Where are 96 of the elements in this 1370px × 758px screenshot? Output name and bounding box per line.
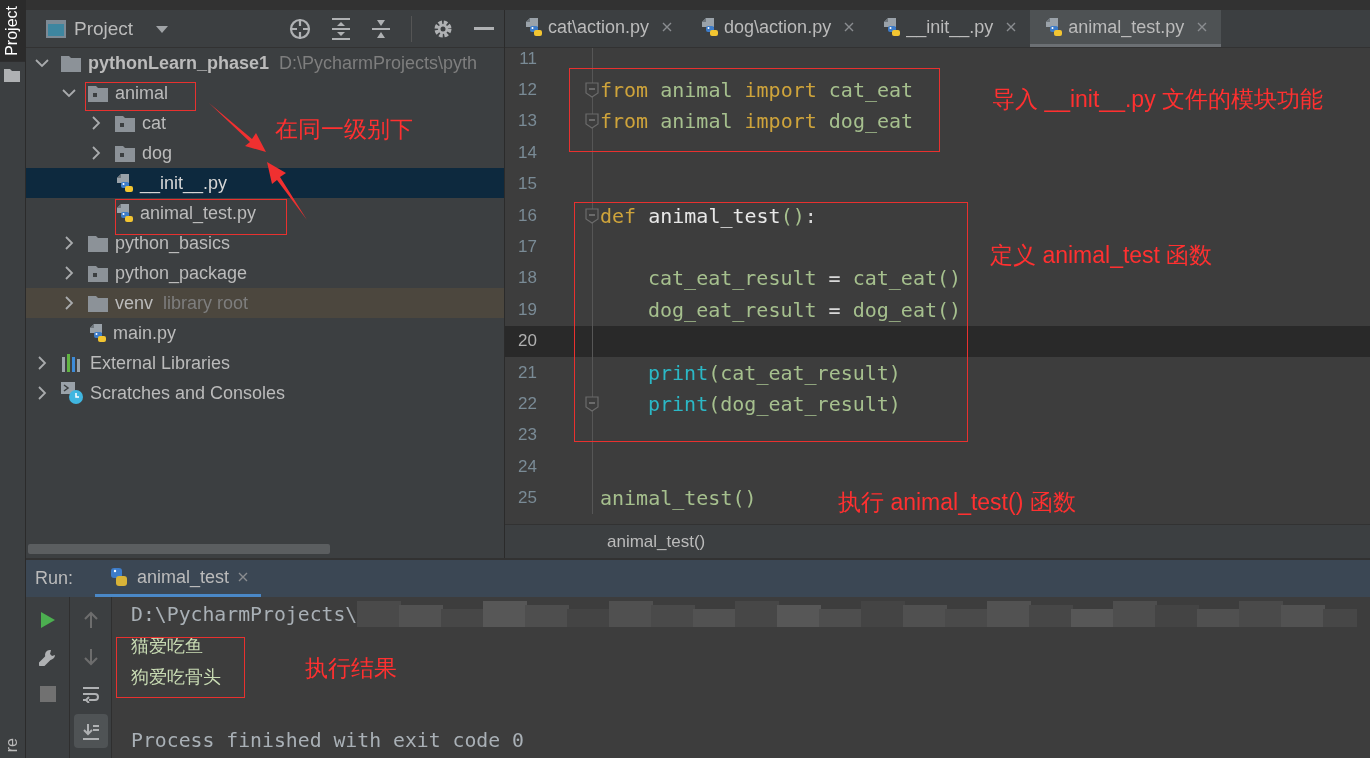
folder-icon [61,54,81,72]
python-file-icon [115,204,133,222]
line-number: 15 [517,174,537,195]
python-file-icon [524,18,542,36]
wrench-icon [38,648,57,666]
tool-window-tab[interactable]: Project [0,0,26,62]
fold-marker-icon[interactable] [585,207,599,224]
program-output: 猫爱吃鱼 [131,635,203,659]
locate-icon[interactable] [289,17,311,40]
close-icon[interactable] [661,21,674,33]
tool-window-tab[interactable]: re [0,731,26,758]
line-number: 22 [517,394,537,414]
tree-item[interactable]: python_package [61,258,248,288]
path-hint: D:\PycharmProjects\pyth [279,52,478,74]
python-file-icon [115,174,133,192]
close-icon[interactable] [1005,21,1018,33]
annotation-text: 定义 animal_test 函数 [990,241,1213,270]
tree-item[interactable]: main.py [61,318,177,348]
panel-title[interactable]: Project [74,17,134,40]
code-line: dog_eat_result = dog_eat() [647,297,962,322]
soft-wrap-icon [81,685,100,703]
annotation-text: 在同一级别下 [275,115,413,144]
code-line: def animal_test(): [599,203,817,228]
stop-icon [38,685,57,703]
line-number: 14 [517,142,537,163]
line-number: 18 [517,268,537,289]
close-icon[interactable] [843,21,856,33]
line-number: 16 [517,205,537,226]
editor-tab[interactable]: cat\action.py [510,10,687,47]
line-number: 12 [517,80,537,101]
tree-item[interactable]: External Libraries [34,348,231,378]
python-file-icon [1044,18,1063,36]
project-view-icon [46,19,66,38]
folder-icon [4,67,20,82]
minimize-icon[interactable] [474,26,494,31]
line-number: 21 [517,362,537,383]
package-folder-icon [88,264,108,282]
package-folder-icon [88,84,108,102]
folder-icon [88,294,108,312]
exit-status: Process finished with exit code 0 [131,728,524,752]
annotation-text: 执行 animal_test() 函数 [838,488,1076,517]
line-number: 23 [517,425,537,446]
tree-item[interactable]: cat [88,108,166,138]
breadcrumb[interactable]: animal_test() [607,531,706,552]
run-icon [38,611,57,629]
fold-marker-icon[interactable] [585,82,599,99]
annotation-text: 导入 __init__.py 文件的模块功能 [992,85,1324,114]
tree-item[interactable]: animal_test.py [88,198,257,228]
editor-tab[interactable]: dog\action.py [686,10,869,47]
program-output: 狗爱吃骨头 [131,666,221,690]
command-path: D:\PycharmProjects\ [131,603,358,627]
line-number: 19 [517,299,537,320]
expand-all-icon[interactable] [331,17,351,40]
scroll-to-end-button[interactable] [73,714,108,748]
code-line: print(cat_eat_result) [647,360,901,385]
arrow-down-icon [81,648,100,666]
tree-item[interactable]: pythonLearn_phase1 D:\PycharmProjects\pyth [34,48,478,78]
fold-marker-icon[interactable] [585,113,599,130]
scroll-to-end-icon [81,722,100,740]
line-number: 20 [517,331,537,352]
line-number: 24 [517,456,537,477]
python-icon [109,567,130,587]
code-line: cat_eat_result = cat_eat() [647,266,962,291]
code-line: animal_test() [599,486,757,511]
tree-item[interactable]: venv library root [61,288,249,318]
path-hint: library root [163,292,249,314]
tree-item[interactable]: Scratches and Consoles [34,378,286,408]
line-number: 11 [518,48,537,69]
tree-item[interactable]: animal [61,78,169,108]
collapse-all-icon[interactable] [371,17,391,40]
package-folder-icon [115,114,135,132]
tree-item[interactable]: __init__.py [88,168,228,198]
python-file-icon [882,18,901,36]
code-line: from animal import dog_eat [599,109,914,134]
package-folder-icon [115,144,135,162]
code-line: print(dog_eat_result) [647,392,901,416]
python-file-icon [700,18,719,36]
fold-marker-icon[interactable] [585,396,599,412]
editor-tab[interactable]: __init__.py [868,10,1031,47]
folder-icon [88,234,108,252]
libraries-icon [61,354,83,372]
annotation-text: 执行结果 [305,654,397,683]
scrollbar[interactable] [28,544,330,554]
close-icon[interactable] [1196,21,1209,33]
python-file-icon [88,324,106,342]
code-line: from animal import cat_eat [599,78,914,103]
editor-tab[interactable]: animal_test.py [1030,10,1222,47]
panel-title: Run: [35,568,74,589]
scratches-icon [61,382,83,404]
tree-item[interactable]: dog [88,138,173,168]
tree-item[interactable]: python_basics [61,228,231,258]
run-tab[interactable]: animal_test [95,560,262,597]
line-number: 25 [517,488,537,509]
line-number: 13 [517,111,537,132]
line-number: 17 [517,237,537,258]
close-icon[interactable] [237,571,250,583]
